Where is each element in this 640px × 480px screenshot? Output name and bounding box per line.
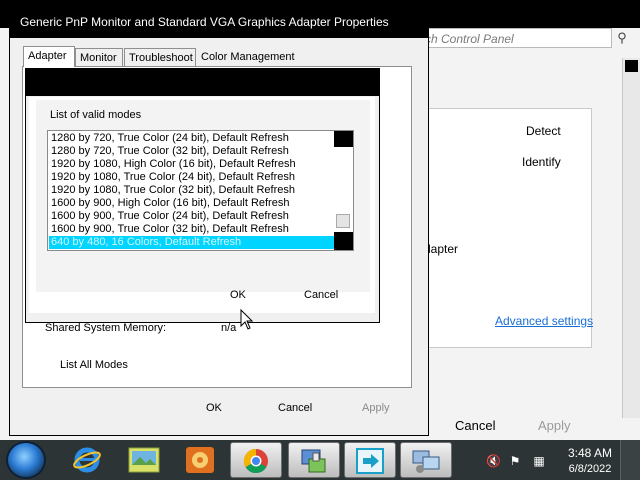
tab-color-management[interactable]: Color Management (197, 48, 297, 66)
taskbar-item-media-player[interactable] (174, 442, 226, 478)
taskbar-item-display-settings[interactable] (400, 442, 452, 478)
taskbar-item-chrome[interactable] (230, 442, 282, 478)
tab-adapter[interactable]: Adapter (23, 46, 75, 67)
clock-time[interactable]: 3:48 AM (566, 446, 614, 460)
modes-ok-button[interactable]: OK (230, 289, 246, 301)
control-panel-cancel-button[interactable]: Cancel (455, 418, 495, 433)
taskbar-item-internet-explorer[interactable] (62, 442, 114, 478)
list-scroll-down-arrow[interactable] (334, 232, 353, 250)
list-item[interactable]: 1920 by 1080, True Color (24 bit), Defau… (51, 171, 295, 184)
taskbar-item-remote-app[interactable] (344, 442, 396, 478)
list-scrollbar-thumb[interactable] (336, 214, 350, 228)
vertical-scrollbar[interactable] (622, 58, 640, 418)
ie-icon (73, 447, 101, 473)
properties-ok-button[interactable]: OK (206, 402, 222, 414)
search-icon[interactable]: ⚲ (614, 30, 630, 46)
identify-button[interactable]: Identify (522, 155, 561, 169)
modes-list-label: List of valid modes (50, 109, 142, 121)
taskbar-item-control-panel[interactable] (288, 442, 340, 478)
list-item[interactable]: 1600 by 900, True Color (32 bit), Defaul… (51, 223, 289, 236)
list-scroll-up-arrow[interactable] (334, 131, 353, 147)
volume-muted-icon[interactable]: 🔇 (486, 454, 501, 468)
chrome-icon (243, 449, 268, 474)
list-all-modes-button[interactable]: List All Modes (60, 359, 128, 371)
clock-date[interactable]: 6/8/2022 (564, 463, 616, 475)
picture-icon (128, 447, 160, 473)
adapter-text: dapter (424, 242, 459, 256)
properties-cancel-button[interactable]: Cancel (278, 402, 312, 414)
list-item[interactable]: 1600 by 900, High Color (16 bit), Defaul… (51, 197, 289, 210)
list-item-selected[interactable]: 640 by 480, 16 Colors, Default Refresh (51, 236, 241, 249)
display-icon (412, 450, 440, 473)
network-icon[interactable]: ▦ (532, 454, 546, 468)
list-item[interactable]: 1920 by 1080, High Color (16 bit), Defau… (51, 158, 296, 171)
shared-memory-value: n/a (221, 322, 237, 334)
list-item[interactable]: 1280 by 720, True Color (24 bit), Defaul… (51, 132, 289, 145)
search-input[interactable]: rch Control Panel (412, 28, 612, 48)
taskbar-item-image-viewer[interactable] (118, 442, 170, 478)
properties-title: Generic PnP Monitor and Standard VGA Gra… (20, 15, 389, 29)
action-center-flag-icon[interactable]: ⚑ (508, 454, 522, 468)
media-icon (186, 447, 214, 473)
display-arrangement-panel (412, 108, 592, 348)
properties-apply-button[interactable]: Apply (362, 402, 390, 414)
list-item[interactable]: 1600 by 900, True Color (24 bit), Defaul… (51, 210, 289, 223)
show-desktop-button[interactable] (620, 440, 640, 480)
start-button[interactable] (8, 443, 44, 477)
tab-monitor[interactable]: Monitor (75, 48, 123, 66)
control-panel-apply-button[interactable]: Apply (538, 418, 571, 433)
list-item[interactable]: 1920 by 1080, True Color (32 bit), Defau… (51, 184, 295, 197)
advanced-settings-link[interactable]: Advanced settings (495, 314, 593, 328)
modes-titlebar[interactable] (25, 68, 380, 96)
control-panel-icon (301, 449, 326, 473)
list-item[interactable]: 1280 by 720, True Color (32 bit), Defaul… (51, 145, 289, 158)
modes-cancel-button[interactable]: Cancel (304, 289, 338, 301)
scrollbar-up-arrow[interactable] (625, 60, 638, 72)
shared-memory-label: Shared System Memory: (45, 322, 167, 334)
arrow-window-icon (356, 448, 384, 474)
mouse-cursor-icon (240, 309, 254, 330)
tab-troubleshoot[interactable]: Troubleshoot (124, 48, 196, 66)
detect-button[interactable]: Detect (526, 124, 561, 138)
